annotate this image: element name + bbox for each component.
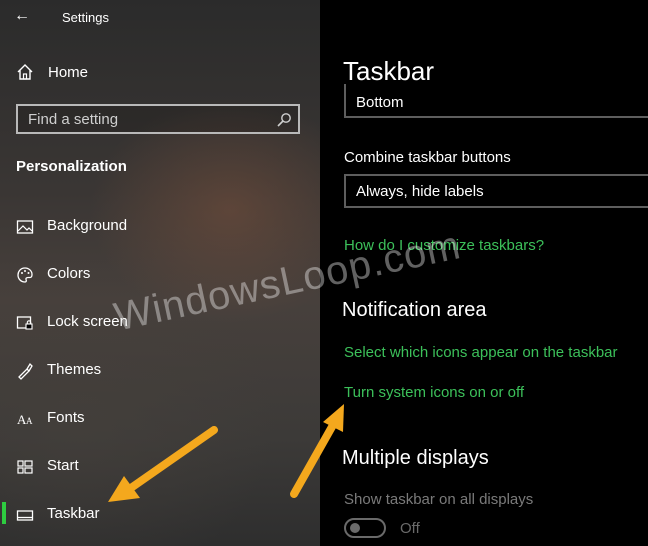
sidebar-item-lock-screen[interactable]: Lock screen xyxy=(0,302,320,342)
themes-icon xyxy=(18,362,33,380)
sidebar-item-label: Themes xyxy=(47,361,102,378)
lock-screen-icon xyxy=(16,316,33,330)
taskbar-icon xyxy=(16,510,34,521)
svg-text:A: A xyxy=(26,416,33,426)
sidebar-item-fonts[interactable]: A A Fonts xyxy=(0,398,320,438)
sidebar-item-label: Fonts xyxy=(47,409,85,426)
fonts-icon: A A xyxy=(17,412,33,427)
home-nav-item[interactable]: Home xyxy=(0,56,320,90)
toggle-state-label: Off xyxy=(400,520,420,537)
search-input[interactable]: Find a setting xyxy=(16,104,300,134)
main-content: Taskbar Bottom Combine taskbar buttons A… xyxy=(320,0,648,546)
customize-taskbars-link[interactable]: How do I customize taskbars? xyxy=(344,237,544,254)
page-title: Taskbar xyxy=(343,56,435,86)
app-title: Settings xyxy=(62,10,109,25)
title-bar: ← Settings xyxy=(0,0,320,36)
select-icons-link[interactable]: Select which icons appear on the taskbar xyxy=(344,344,618,361)
sidebar-item-background[interactable]: Background xyxy=(0,206,320,246)
sidebar-item-label: Background xyxy=(47,217,128,234)
home-icon xyxy=(17,64,33,80)
show-all-displays-toggle[interactable] xyxy=(344,518,386,538)
back-arrow-icon[interactable]: ← xyxy=(14,6,34,26)
home-label: Home xyxy=(48,64,89,81)
start-icon xyxy=(17,460,33,474)
section-title: Personalization xyxy=(16,158,127,175)
sidebar-item-taskbar[interactable]: Taskbar xyxy=(0,494,320,534)
sidebar-item-themes[interactable]: Themes xyxy=(0,350,320,390)
sidebar-item-label: Taskbar xyxy=(47,505,100,522)
combine-buttons-value: Always, hide labels xyxy=(356,183,484,200)
combine-buttons-dropdown[interactable]: Always, hide labels xyxy=(344,174,648,208)
multiple-displays-heading: Multiple displays xyxy=(342,447,489,469)
sidebar-item-label: Colors xyxy=(47,265,91,282)
image-icon xyxy=(16,220,34,234)
combine-buttons-label: Combine taskbar buttons xyxy=(344,149,511,166)
active-indicator xyxy=(2,502,6,524)
sidebar: ← Settings Home Find a setting Personali… xyxy=(0,0,320,546)
notification-area-heading: Notification area xyxy=(342,299,487,321)
sidebar-item-start[interactable]: Start xyxy=(0,446,320,486)
search-icon[interactable] xyxy=(276,112,292,128)
search-placeholder: Find a setting xyxy=(28,111,119,128)
sidebar-item-label: Start xyxy=(47,457,79,474)
show-all-displays-label: Show taskbar on all displays xyxy=(344,491,534,508)
sidebar-item-colors[interactable]: Colors xyxy=(0,254,320,294)
system-icons-link[interactable]: Turn system icons on or off xyxy=(344,384,524,401)
taskbar-location-value: Bottom xyxy=(356,94,404,111)
palette-icon xyxy=(17,267,33,283)
taskbar-location-dropdown[interactable]: Bottom xyxy=(344,84,648,118)
toggle-knob xyxy=(350,523,360,533)
sidebar-item-label: Lock screen xyxy=(47,313,128,330)
